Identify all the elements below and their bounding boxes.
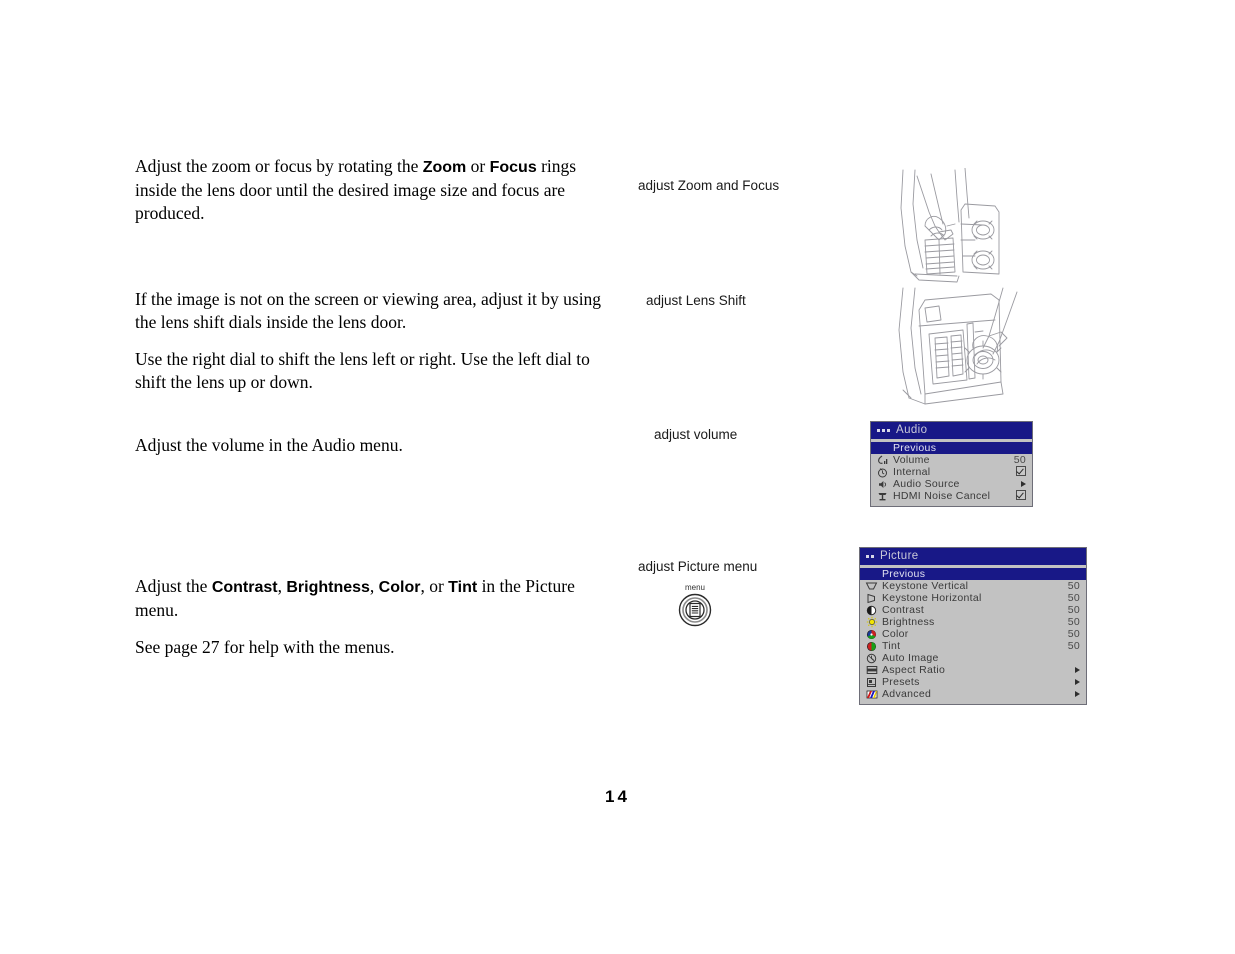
row-label: Keystone Vertical	[882, 580, 969, 592]
row-label: Previous	[882, 568, 926, 580]
audio-row-volume[interactable]: Volume 50	[871, 454, 1032, 466]
presets-icon	[864, 677, 879, 688]
row-submenu-arrow[interactable]	[1008, 478, 1026, 490]
picture-menu-title-bar: Picture	[860, 548, 1086, 565]
picture-row-presets[interactable]: Presets	[860, 676, 1086, 688]
tint-icon	[864, 641, 879, 652]
paragraph-text: Use the right dial to shift the lens lef…	[135, 349, 590, 392]
caption-adjust-volume: adjust volume	[654, 427, 738, 442]
paragraph-volume: Adjust the volume in the Audio menu.	[135, 434, 610, 457]
row-label: Color	[882, 628, 909, 640]
picture-menu-rows: Previous Keystone Vertical 50 Keystone H…	[860, 565, 1086, 704]
aspect-ratio-icon	[864, 665, 879, 676]
paragraph-text: See page 27 for help with the menus.	[135, 637, 395, 657]
row-value: 50	[1013, 454, 1026, 466]
page-canvas: Adjust the zoom or focus by rotating the…	[0, 0, 1235, 954]
picture-row-brightness[interactable]: Brightness 50	[860, 616, 1086, 628]
volume-icon	[875, 455, 890, 466]
row-label: Brightness	[882, 616, 935, 628]
row-label: Auto Image	[882, 652, 939, 664]
row-label: Previous	[893, 442, 937, 454]
paragraph-picture: Adjust the Contrast, Brightness, Color, …	[135, 575, 610, 659]
row-label: Advanced	[882, 688, 932, 700]
row-label: HDMI Noise Cancel	[893, 490, 991, 502]
audio-menu-title: Audio	[896, 424, 928, 436]
advanced-icon	[864, 689, 879, 700]
row-label: Contrast	[882, 604, 925, 616]
row-submenu-arrow[interactable]	[1062, 664, 1080, 676]
row-checkbox[interactable]	[1008, 465, 1026, 479]
picture-row-keystone-vertical[interactable]: Keystone Vertical 50	[860, 580, 1086, 592]
caption-adjust-picture-menu: adjust Picture menu	[638, 559, 758, 574]
audio-menu[interactable]: Audio Previous Volume 50 Internal Audio …	[870, 421, 1033, 507]
row-label: Volume	[893, 454, 930, 466]
picture-row-tint[interactable]: Tint 50	[860, 640, 1086, 652]
page-number: 14	[605, 787, 630, 806]
picture-row-previous[interactable]: Previous	[860, 568, 1086, 580]
no-icon	[864, 569, 879, 580]
brightness-icon	[864, 616, 879, 628]
paragraph-text: Adjust the Contrast, Brightness, Color, …	[135, 576, 575, 620]
menu-dots-icon	[866, 554, 874, 558]
audio-menu-title-bar: Audio	[871, 422, 1032, 439]
row-label: Audio Source	[893, 478, 960, 490]
no-icon	[875, 443, 890, 454]
hdmi-icon	[875, 491, 890, 502]
picture-row-aspect-ratio[interactable]: Aspect Ratio	[860, 664, 1086, 676]
keystone-vertical-icon	[864, 581, 879, 592]
zoom-focus-illustration	[900, 168, 1000, 283]
audio-row-internal[interactable]: Internal	[871, 465, 1032, 479]
menu-icon[interactable]	[678, 593, 712, 627]
row-submenu-arrow[interactable]	[1062, 688, 1080, 700]
menu-button-graphic: menu	[671, 583, 719, 627]
audio-row-hdmi-noise-cancel[interactable]: HDMI Noise Cancel	[871, 489, 1032, 503]
auto-image-icon	[864, 653, 879, 664]
row-submenu-arrow[interactable]	[1062, 676, 1080, 688]
keystone-horizontal-icon	[864, 593, 879, 604]
picture-menu-title: Picture	[880, 550, 919, 562]
paragraph-text: Adjust the volume in the Audio menu.	[135, 435, 403, 455]
row-label: Tint	[882, 640, 901, 652]
audio-menu-rows: Previous Volume 50 Internal Audio Source…	[871, 439, 1032, 506]
row-label: Presets	[882, 676, 920, 688]
row-value: 50	[1067, 592, 1080, 604]
row-value: 50	[1067, 604, 1080, 616]
row-label: Aspect Ratio	[882, 664, 946, 676]
picture-row-advanced[interactable]: Advanced	[860, 688, 1086, 700]
row-value: 50	[1067, 580, 1080, 592]
row-value: 50	[1067, 616, 1080, 628]
audio-row-audio-source[interactable]: Audio Source	[871, 478, 1032, 490]
row-checkbox[interactable]	[1008, 489, 1026, 503]
picture-menu[interactable]: Picture Previous Keystone Vertical 50 Ke…	[859, 547, 1087, 705]
menu-button-label: menu	[684, 583, 705, 592]
color-icon	[864, 629, 879, 640]
contrast-icon	[864, 605, 879, 616]
paragraph-text: If the image is not on the screen or vie…	[135, 289, 602, 332]
picture-row-keystone-horizontal[interactable]: Keystone Horizontal 50	[860, 592, 1086, 604]
speaker-icon	[875, 479, 890, 490]
paragraph-text: Adjust the zoom or focus by rotating the…	[135, 156, 577, 223]
row-label: Internal	[893, 466, 931, 478]
paragraph-lens-shift: If the image is not on the screen or vie…	[135, 288, 610, 394]
row-value: 50	[1067, 640, 1080, 652]
menu-dots-icon	[877, 428, 890, 432]
paragraph-zoom-focus: Adjust the zoom or focus by rotating the…	[135, 155, 610, 225]
clock-icon	[875, 467, 890, 478]
lens-shift-illustration	[898, 287, 1018, 405]
row-label: Keystone Horizontal	[882, 592, 982, 604]
picture-row-color[interactable]: Color 50	[860, 628, 1086, 640]
picture-row-contrast[interactable]: Contrast 50	[860, 604, 1086, 616]
caption-adjust-zoom-focus: adjust Zoom and Focus	[638, 178, 780, 193]
row-value: 50	[1067, 628, 1080, 640]
caption-adjust-lens-shift: adjust Lens Shift	[646, 293, 746, 308]
audio-row-previous[interactable]: Previous	[871, 442, 1032, 454]
picture-row-auto-image[interactable]: Auto Image	[860, 652, 1086, 664]
